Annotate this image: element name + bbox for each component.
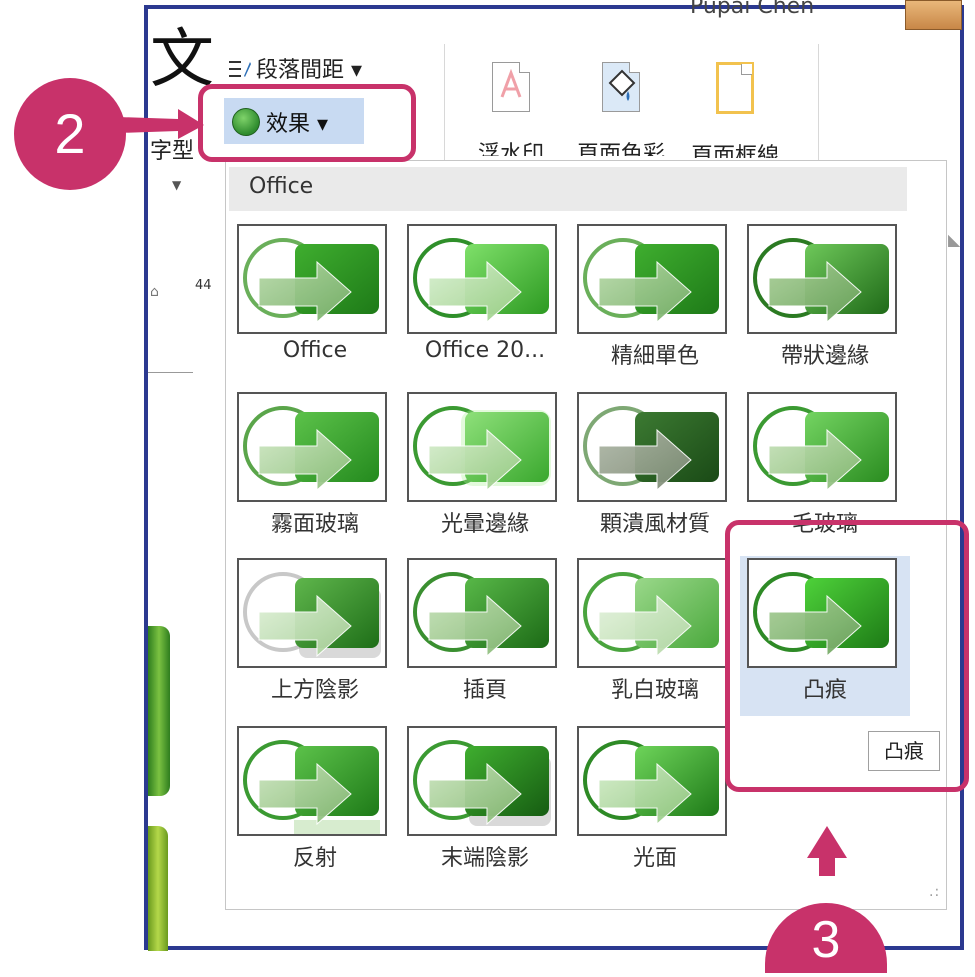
- effect-option-label: 顆潰風材質: [599, 512, 710, 537]
- callout-highlight-effects: [198, 84, 416, 162]
- effect-preview-icon: [407, 726, 557, 836]
- effect-preview-icon: [747, 392, 897, 502]
- callout-highlight-emboss: [725, 520, 969, 792]
- scroll-indicator-icon[interactable]: ◣: [948, 230, 960, 249]
- effect-preview-icon: [747, 224, 897, 334]
- effect-option-4[interactable]: 帶狀邊緣: [740, 222, 910, 382]
- effect-option-6[interactable]: 光暈邊緣: [400, 390, 570, 550]
- effect-option-label: 末端陰影: [440, 846, 529, 871]
- ruler-number: 44: [195, 278, 212, 293]
- ribbon-divider: [818, 44, 819, 164]
- effect-option-label: 帶狀邊緣: [780, 344, 869, 369]
- user-name[interactable]: Pupai Chen: [690, 0, 814, 19]
- effect-preview-icon: [577, 224, 727, 334]
- paragraph-spacing-label: 段落間距 ▾: [256, 58, 363, 83]
- watermark-label: 浮水印: [477, 142, 544, 156]
- callout-arrow-3: [807, 826, 847, 876]
- callout-arrow-2: [118, 109, 204, 139]
- effect-option-10[interactable]: 插頁: [400, 556, 570, 716]
- document-shape[interactable]: [148, 626, 170, 796]
- effect-option-5[interactable]: 霧面玻璃: [230, 390, 400, 550]
- effect-option-label: 精細單色: [610, 344, 699, 369]
- paragraph-spacing-icon: [229, 61, 251, 77]
- page-color-button[interactable]: 頁面色彩: [566, 62, 676, 156]
- effect-option-label: 乳白玻璃: [610, 678, 699, 703]
- effect-option-15[interactable]: 光面: [570, 724, 740, 884]
- effect-preview-icon: [237, 392, 387, 502]
- effect-option-label: 霧面玻璃: [270, 512, 359, 537]
- effect-preview-icon: [407, 224, 557, 334]
- ruler-tab-icon: ⌂: [150, 284, 159, 300]
- page-borders-button[interactable]: 頁面框線: [680, 62, 790, 158]
- ruler-line: [148, 372, 193, 373]
- effect-option-label: 插頁: [462, 678, 507, 703]
- gallery-header-label: Office: [249, 174, 314, 199]
- effect-preview-icon: [577, 726, 727, 836]
- page-borders-icon: [716, 62, 754, 114]
- effect-preview-icon: [237, 558, 387, 668]
- font-group-icon[interactable]: 文: [150, 28, 214, 92]
- page-color-label: 頁面色彩: [576, 142, 665, 156]
- effect-option-label: 光暈邊緣: [440, 512, 529, 537]
- effect-option-7[interactable]: 顆潰風材質: [570, 390, 740, 550]
- watermark-button[interactable]: 浮水印: [456, 62, 566, 156]
- effect-preview-icon: [407, 392, 557, 502]
- effect-option-3[interactable]: 精細單色: [570, 222, 740, 382]
- effect-option-label: 上方陰影: [270, 678, 359, 703]
- effect-option-label: Office: [282, 338, 348, 363]
- effect-option-label: 反射: [292, 846, 337, 871]
- effect-preview-icon: [577, 392, 727, 502]
- page-color-icon: [602, 62, 640, 112]
- paragraph-spacing-button[interactable]: 段落間距 ▾: [228, 52, 362, 84]
- gallery-header: Office: [229, 167, 907, 211]
- watermark-icon: [492, 62, 530, 112]
- effect-option-label: 光面: [632, 846, 677, 871]
- resize-grip-icon[interactable]: .:: [929, 884, 940, 900]
- page-borders-label: 頁面框線: [690, 144, 779, 158]
- effect-preview-icon: [237, 726, 387, 836]
- effect-preview-icon: [577, 558, 727, 668]
- effect-option-9[interactable]: 上方陰影: [230, 556, 400, 716]
- step-badge-2: 2: [14, 78, 126, 190]
- document-shape[interactable]: [148, 826, 168, 951]
- effect-option-13[interactable]: 反射: [230, 724, 400, 884]
- effect-preview-icon: [407, 558, 557, 668]
- avatar[interactable]: [905, 0, 962, 30]
- effect-preview-icon: [237, 224, 387, 334]
- effect-option-11[interactable]: 乳白玻璃: [570, 556, 740, 716]
- effect-option-1[interactable]: Office: [230, 222, 400, 382]
- ribbon-divider: [444, 44, 445, 164]
- effect-option-label: Office 20...: [424, 338, 546, 363]
- effect-option-14[interactable]: 末端陰影: [400, 724, 570, 884]
- chevron-down-icon[interactable]: ▼: [172, 178, 181, 192]
- effect-option-2[interactable]: Office 20...: [400, 222, 570, 382]
